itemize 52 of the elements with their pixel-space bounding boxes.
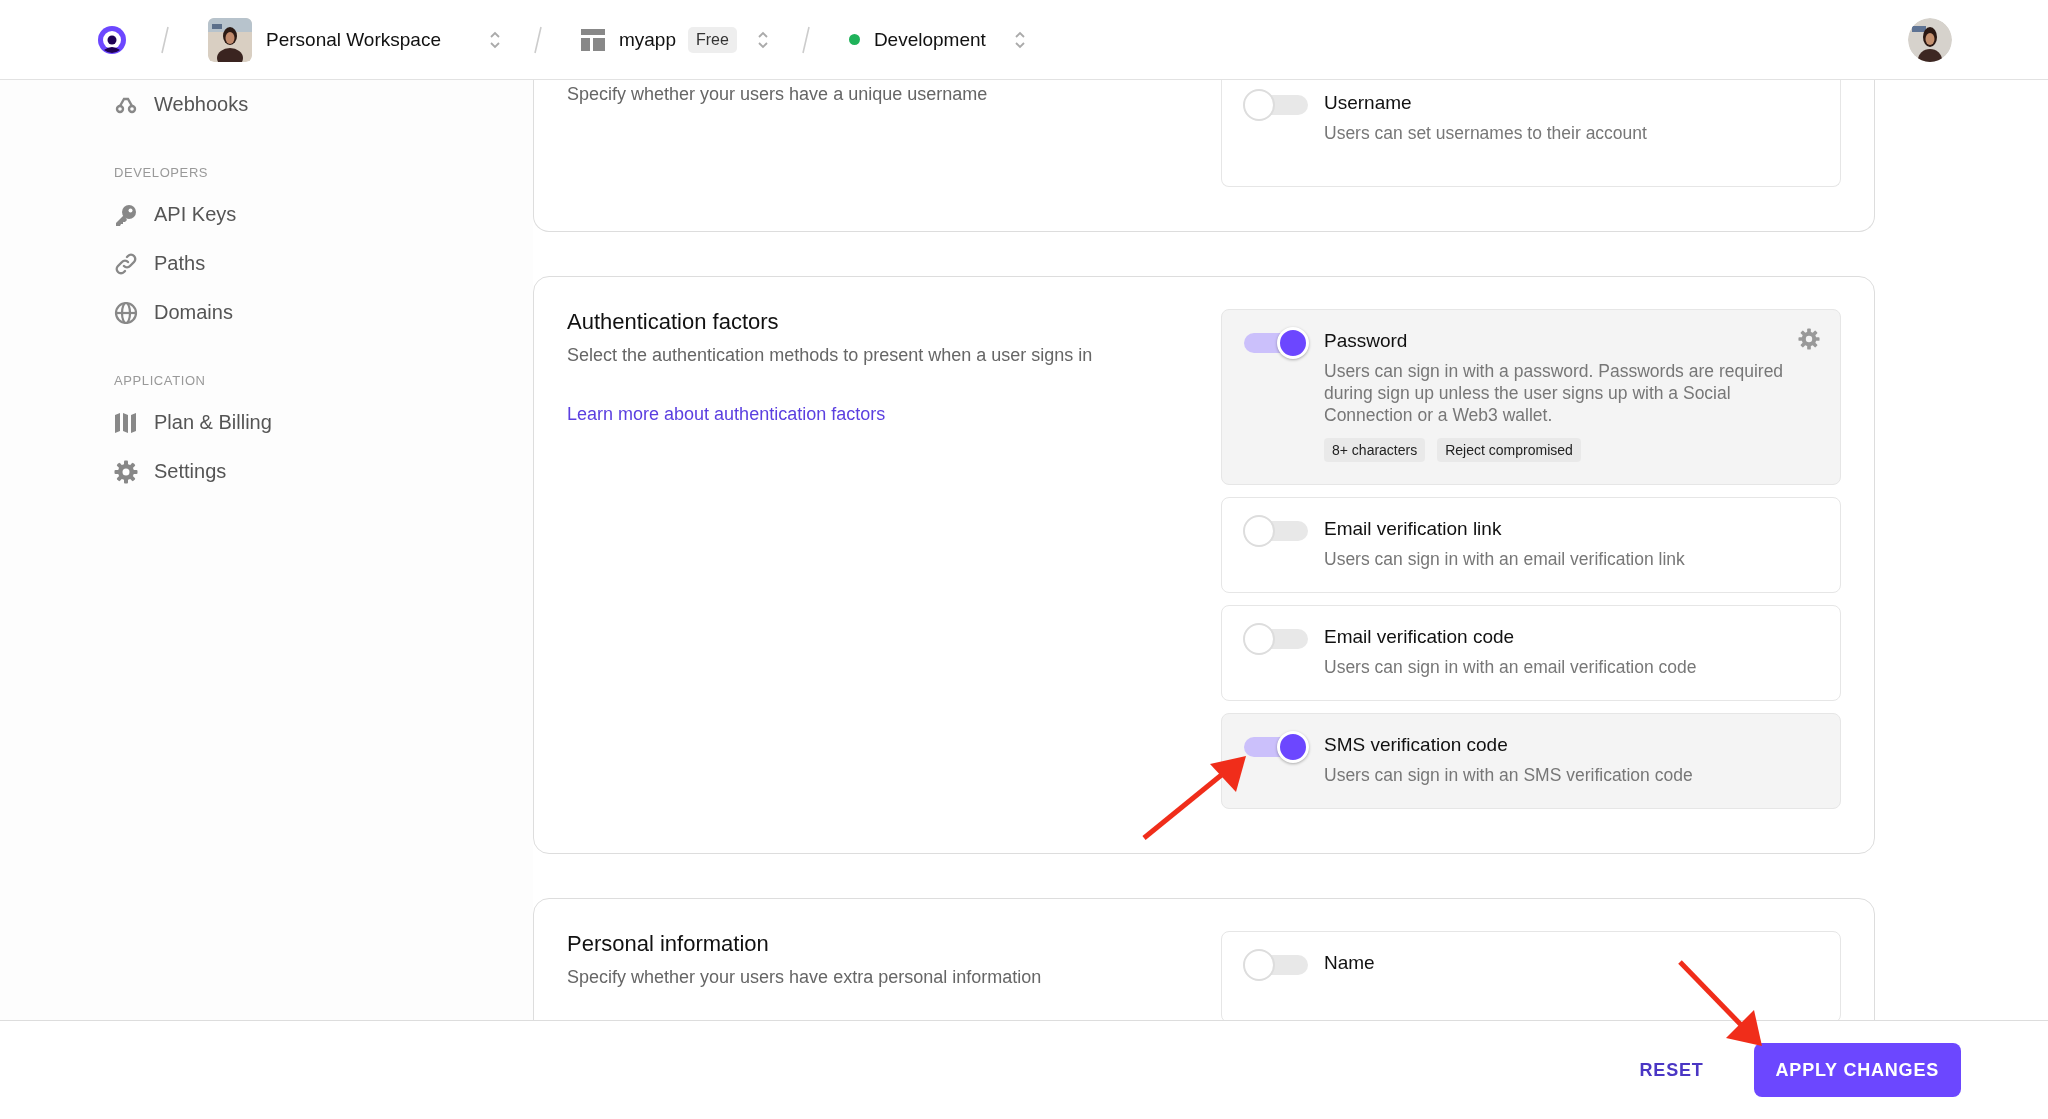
sidebar-item[interactable]: Paths bbox=[114, 239, 206, 288]
option-description: Users can set usernames to their account bbox=[1324, 122, 1648, 144]
map-icon bbox=[114, 410, 138, 435]
reset-button[interactable]: RESET bbox=[1633, 1049, 1710, 1091]
tag: 8+ characters bbox=[1324, 438, 1426, 462]
tag: Reject compromised bbox=[1437, 438, 1581, 462]
section-heading: APPLICATION bbox=[114, 373, 207, 388]
card-title: Personal information bbox=[567, 931, 770, 957]
sidebar-item[interactable]: Settings bbox=[114, 447, 227, 496]
logo-icon[interactable] bbox=[96, 23, 128, 56]
toggle-switch[interactable] bbox=[1242, 514, 1310, 548]
toggle-switch[interactable] bbox=[1242, 948, 1310, 982]
toggle-switch[interactable] bbox=[1242, 730, 1310, 764]
learn-more-link[interactable]: Learn more about authentication factors bbox=[567, 404, 886, 425]
option-description: Users can sign in with an email verification link bbox=[1324, 548, 1686, 570]
breadcrumb-separator bbox=[160, 25, 170, 54]
card-description: Specify whether your users have extra personal information bbox=[567, 967, 1043, 988]
option-title: Name bbox=[1324, 952, 1376, 974]
workspace-switcher[interactable]: Personal Workspace bbox=[202, 13, 507, 66]
chevron-updown-icon bbox=[756, 29, 769, 50]
card-description: Select the authentication methods to present when a user signs in bbox=[567, 345, 1094, 366]
section-heading: DEVELOPERS bbox=[114, 165, 210, 180]
toggle-switch[interactable] bbox=[1242, 326, 1310, 360]
layout-icon bbox=[580, 28, 605, 51]
option-description: Users can sign in with an email verification code bbox=[1324, 656, 1698, 678]
apply-changes-button[interactable]: APPLY CHANGES bbox=[1753, 1043, 1961, 1097]
sidebar-item[interactable]: Domains bbox=[114, 288, 233, 337]
chevron-updown-icon bbox=[1013, 29, 1026, 50]
sidebar-item[interactable]: API Keys bbox=[114, 190, 237, 239]
toggle-switch[interactable] bbox=[1242, 622, 1310, 656]
card-description: Specify whether your users have a unique username bbox=[567, 84, 989, 105]
globe-icon bbox=[114, 300, 138, 325]
option-title: Username bbox=[1324, 92, 1413, 114]
key-icon bbox=[114, 202, 138, 227]
option-title: SMS verification code bbox=[1324, 734, 1509, 756]
sidebar-item[interactable]: Plan & Billing bbox=[114, 398, 272, 447]
option-title: Email verification link bbox=[1324, 518, 1503, 540]
environment-switcher[interactable]: Development bbox=[842, 24, 1032, 55]
app-switcher[interactable]: myapp Free bbox=[574, 22, 775, 57]
link-icon bbox=[114, 251, 138, 276]
option-description: Users can sign in with an SMS verification code bbox=[1324, 764, 1694, 786]
option-description: Users can sign in with a password. Passwords are required during sign up unless the user signs up with a Social Connection or a Web3 wallet. bbox=[1324, 360, 1784, 426]
plan-badge: Free bbox=[688, 26, 737, 53]
breadcrumb-separator bbox=[532, 25, 543, 54]
toggle-switch[interactable] bbox=[1242, 88, 1310, 122]
sidebar-item[interactable]: Webhooks bbox=[114, 80, 249, 129]
option-title: Email verification code bbox=[1324, 626, 1516, 648]
card-title: Authentication factors bbox=[567, 309, 780, 335]
breadcrumb-separator bbox=[800, 25, 811, 54]
chevron-updown-icon bbox=[488, 29, 501, 50]
option-title: Password bbox=[1324, 330, 1409, 352]
settings-icon[interactable] bbox=[1798, 328, 1820, 350]
